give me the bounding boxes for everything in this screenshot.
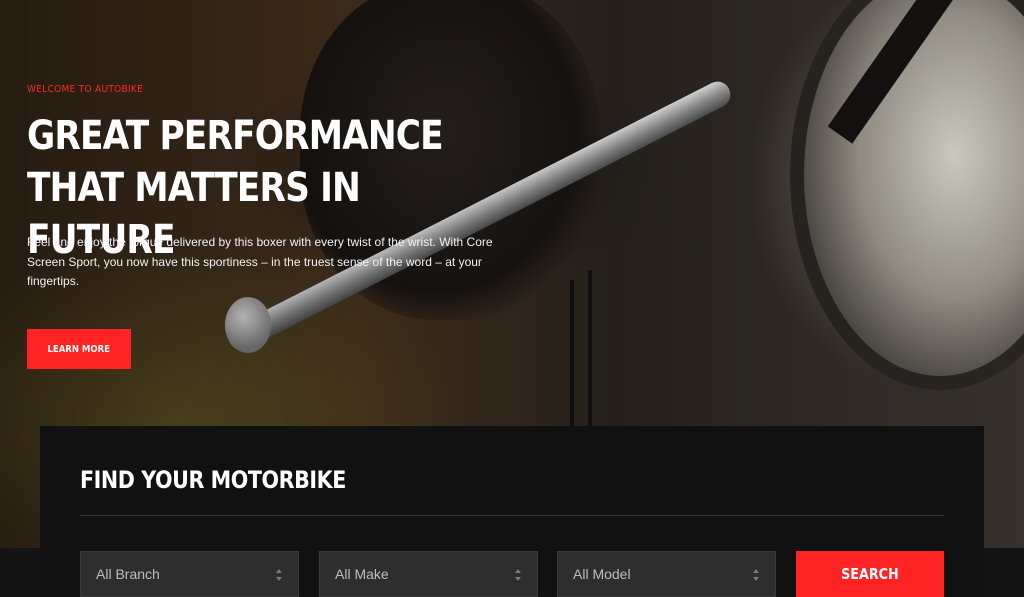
model-select[interactable]: All Model bbox=[557, 551, 776, 597]
make-select-value: All Make bbox=[335, 566, 389, 582]
branch-select-value: All Branch bbox=[96, 566, 160, 582]
finder-divider bbox=[80, 515, 944, 516]
learn-more-button[interactable]: LEARN MORE bbox=[27, 329, 131, 369]
hero-eyebrow: WELCOME TO AUTOBIKE bbox=[27, 84, 144, 95]
model-select-value: All Model bbox=[573, 566, 631, 582]
hero-headline-line-1: GREAT PERFORMANCE bbox=[27, 113, 444, 159]
find-motorbike-panel: FIND YOUR MOTORBIKE All Branch All Make … bbox=[40, 426, 984, 597]
up-down-arrows-icon bbox=[515, 569, 523, 581]
up-down-arrows-icon bbox=[753, 569, 761, 581]
search-button[interactable]: SEARCH bbox=[796, 551, 944, 597]
up-down-arrows-icon bbox=[276, 569, 284, 581]
finder-title: FIND YOUR MOTORBIKE bbox=[80, 466, 346, 494]
search-button-label: SEARCH bbox=[841, 565, 899, 583]
branch-select[interactable]: All Branch bbox=[80, 551, 299, 597]
make-select[interactable]: All Make bbox=[319, 551, 538, 597]
learn-more-label: LEARN MORE bbox=[47, 343, 111, 355]
hero-intro-text: Feel and enjoy the torque delivered by t… bbox=[27, 235, 493, 288]
